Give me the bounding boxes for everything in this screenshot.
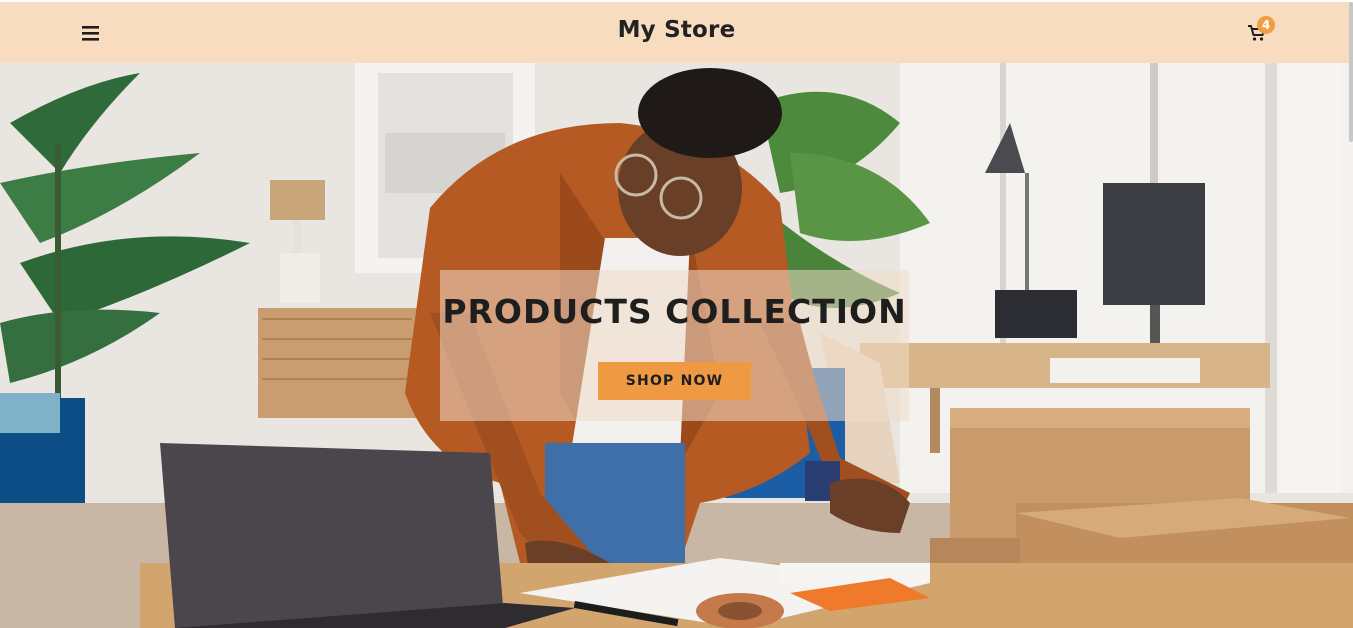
shop-now-button[interactable]: SHOP NOW [598, 362, 751, 400]
cart-count-badge: 4 [1257, 16, 1275, 34]
hero-heading: PRODUCTS COLLECTION [442, 292, 907, 331]
store-title[interactable]: My Store [0, 17, 1353, 43]
hero-banner: PRODUCTS COLLECTION SHOP NOW [0, 63, 1353, 628]
hero-overlay: PRODUCTS COLLECTION SHOP NOW [440, 270, 909, 421]
page-scrollbar[interactable] [1349, 2, 1353, 142]
navbar: My Store 4 [0, 2, 1353, 63]
